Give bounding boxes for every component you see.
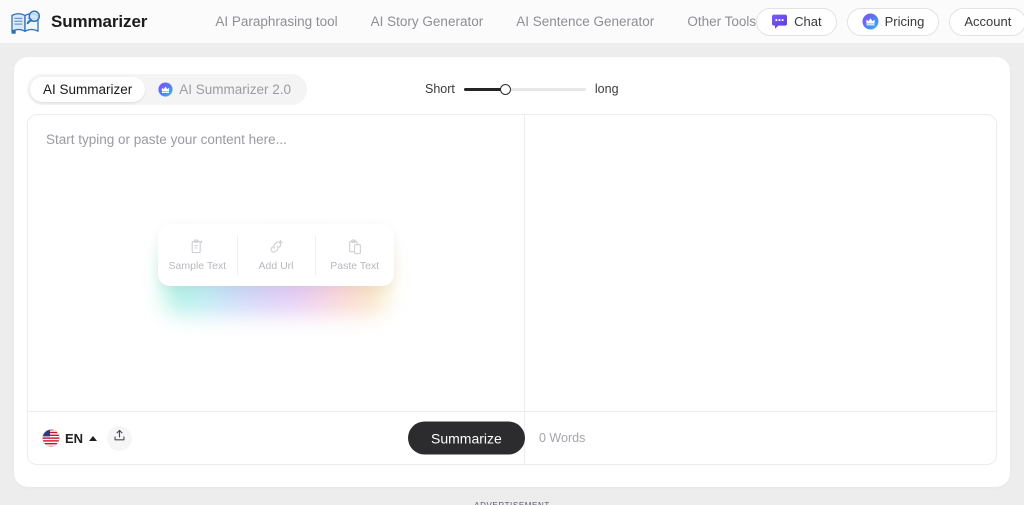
crown-badge-icon — [158, 81, 173, 97]
summarizer-card: AI Summarizer AI Summarizer 2.0 Short lo… — [14, 57, 1010, 487]
footer-left: EN Summarize — [28, 412, 525, 464]
tab-ai-summarizer-label: AI Summarizer — [43, 81, 133, 97]
header-actions: Chat Pricing Account — [756, 7, 1024, 36]
chat-bubble-icon — [771, 13, 788, 30]
main-nav: AI Paraphrasing tool AI Story Generator … — [215, 14, 756, 29]
card-toolbar: AI Summarizer AI Summarizer 2.0 Short lo… — [27, 70, 997, 108]
word-count: 0 Words — [539, 431, 586, 445]
book-magnifier-icon — [10, 9, 42, 35]
link-plus-icon — [268, 239, 284, 255]
pricing-button-label: Pricing — [884, 14, 925, 29]
output-pane — [525, 115, 996, 411]
paste-text-label: Paste Text — [330, 259, 380, 272]
app-header: Summarizer AI Paraphrasing tool AI Story… — [0, 0, 1024, 43]
advertisement-label: ADVERTISEMENT — [14, 501, 1010, 505]
chat-button-label: Chat — [794, 14, 822, 29]
slider-min-label: Short — [425, 82, 455, 96]
sample-text-button[interactable]: Sample Text — [158, 224, 237, 286]
length-slider: Short long — [425, 70, 619, 108]
mode-tabs: AI Summarizer AI Summarizer 2.0 — [27, 73, 308, 105]
language-code: EN — [65, 430, 84, 446]
account-button[interactable]: Account — [949, 7, 1024, 36]
nav-link-other-tools[interactable]: Other Tools — [687, 14, 756, 29]
page-body: AI Summarizer AI Summarizer 2.0 Short lo… — [0, 43, 1024, 505]
editor-container: Start typing or paste your content here.… — [27, 114, 997, 465]
summarize-button[interactable]: Summarize — [408, 421, 525, 455]
editor-footer: EN Summarize 0 Words — [28, 411, 996, 464]
brand[interactable]: Summarizer — [10, 9, 147, 35]
us-flag-icon — [42, 429, 60, 447]
nav-link-story-generator[interactable]: AI Story Generator — [371, 14, 484, 29]
tab-ai-summarizer[interactable]: AI Summarizer — [30, 76, 146, 102]
clipboard-sparkle-icon — [189, 239, 205, 255]
sample-text-label: Sample Text — [168, 259, 227, 272]
tab-ai-summarizer-2[interactable]: AI Summarizer 2.0 — [145, 77, 304, 102]
slider-track[interactable] — [463, 83, 586, 95]
slider-max-label: long — [594, 82, 619, 96]
tab-ai-summarizer-2-label: AI Summarizer 2.0 — [179, 81, 292, 97]
nav-link-sentence-generator[interactable]: AI Sentence Generator — [516, 14, 654, 29]
input-placeholder: Start typing or paste your content here.… — [46, 132, 287, 147]
editor-body: Start typing or paste your content here.… — [28, 115, 996, 411]
chevron-up-icon — [89, 435, 98, 441]
footer-right: 0 Words — [525, 412, 996, 464]
upload-icon — [113, 429, 126, 447]
input-actions: Sample Text Add Url Paste Text — [158, 224, 394, 314]
crown-badge-icon — [862, 13, 879, 30]
chat-button[interactable]: Chat — [756, 7, 837, 36]
slider-thumb[interactable] — [499, 83, 511, 95]
add-url-button[interactable]: Add Url — [236, 224, 316, 286]
account-button-label: Account — [964, 14, 1012, 29]
nav-link-paraphrasing[interactable]: AI Paraphrasing tool — [215, 14, 337, 29]
add-url-label: Add Url — [258, 259, 294, 272]
input-actions-card: Sample Text Add Url Paste Text — [158, 224, 394, 286]
input-pane[interactable]: Start typing or paste your content here.… — [28, 115, 525, 411]
paste-text-button[interactable]: Paste Text — [315, 224, 394, 286]
upload-button[interactable] — [107, 425, 133, 451]
pricing-button[interactable]: Pricing — [846, 7, 940, 36]
brand-title: Summarizer — [51, 11, 148, 31]
language-selector[interactable]: EN — [42, 429, 98, 447]
clipboard-paste-icon — [347, 239, 363, 255]
